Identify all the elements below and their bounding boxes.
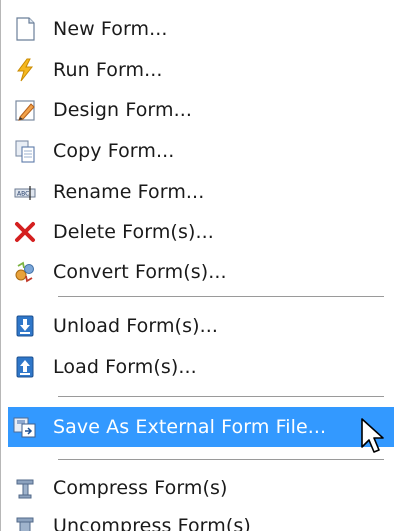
menu-item-copy-form[interactable]: Copy Form... (8, 131, 394, 171)
menu-item-label: Save As External Form File... (53, 416, 327, 438)
menu-item-save-as-external[interactable]: Save As External Form File... (8, 407, 394, 447)
unload-down-arrow-icon (13, 314, 37, 338)
menu-item-delete-form[interactable]: Delete Form(s)... (8, 212, 394, 252)
menu-item-label: Compress Form(s) (53, 477, 228, 499)
menu-item-new-form[interactable]: New Form... (8, 9, 394, 49)
new-document-icon (13, 17, 37, 41)
menu-separator (58, 459, 384, 460)
menu-item-uncompress-form[interactable]: Uncompress Form(s) (8, 506, 394, 531)
svg-text:ABC: ABC (17, 191, 29, 198)
context-menu: New Form... Run Form... Design Form... C… (0, 0, 398, 531)
pencil-design-icon (13, 98, 37, 122)
save-external-icon (13, 415, 37, 439)
menu-item-label: Run Form... (53, 59, 163, 81)
menu-item-unload-form[interactable]: Unload Form(s)... (8, 306, 394, 346)
menu-item-label: Rename Form... (53, 181, 205, 203)
compress-icon (13, 476, 37, 500)
menu-item-rename-form[interactable]: ABC Rename Form... (8, 172, 394, 212)
menu-item-design-form[interactable]: Design Form... (8, 90, 394, 130)
menu-item-label: New Form... (53, 18, 168, 40)
mouse-cursor-icon (361, 418, 384, 453)
load-up-arrow-icon (13, 355, 37, 379)
menu-item-label: Design Form... (53, 99, 193, 121)
menu-item-convert-form[interactable]: Convert Form(s)... (8, 252, 394, 292)
menu-item-label: Unload Form(s)... (53, 315, 218, 337)
menu-item-label: Copy Form... (53, 140, 175, 162)
menu-item-run-form[interactable]: Run Form... (8, 50, 394, 90)
menu-item-compress-form[interactable]: Compress Form(s) (8, 468, 394, 508)
rename-icon: ABC (13, 180, 37, 204)
menu-separator (58, 396, 384, 397)
menu-item-label: Load Form(s)... (53, 356, 197, 378)
menu-separator (58, 296, 384, 297)
uncompress-icon (13, 514, 37, 531)
copy-icon (13, 139, 37, 163)
convert-icon (13, 260, 37, 284)
delete-x-icon (13, 220, 37, 244)
menu-item-load-form[interactable]: Load Form(s)... (8, 347, 394, 387)
menu-border (0, 0, 1, 531)
lightning-icon (13, 58, 37, 82)
menu-item-label: Uncompress Form(s) (53, 515, 251, 531)
menu-item-label: Delete Form(s)... (53, 221, 214, 243)
menu-item-label: Convert Form(s)... (53, 261, 227, 283)
